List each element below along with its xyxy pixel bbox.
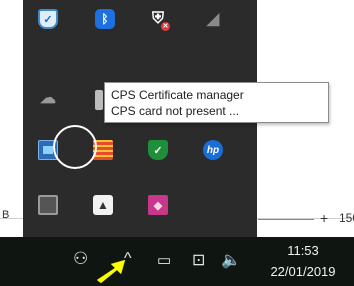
- alert-badge: ✕: [161, 22, 170, 31]
- windows-defender-icon[interactable]: ✓: [148, 140, 168, 160]
- network-status-icon[interactable]: ⊡: [192, 250, 205, 270]
- volume-icon[interactable]: 🔈: [221, 250, 241, 270]
- defender-shield-icon[interactable]: ✓: [38, 9, 58, 29]
- highlight-circle: [53, 125, 97, 169]
- app-icon[interactable]: [95, 90, 103, 110]
- network-icon[interactable]: ◢: [203, 9, 223, 29]
- magenta-app-icon[interactable]: ◆: [148, 195, 168, 215]
- hp-icon[interactable]: hp: [203, 140, 223, 160]
- tooltip-status: CPS card not present ...: [111, 104, 240, 118]
- bluetooth-icon[interactable]: ᛒ: [95, 9, 115, 29]
- google-drive-icon[interactable]: ▲: [93, 195, 113, 215]
- security-alert-icon[interactable]: ⛨ ✕: [148, 9, 170, 31]
- monitor-icon[interactable]: [38, 195, 58, 215]
- clock-time: 11:53: [287, 243, 319, 258]
- tooltip-title: CPS Certificate manager: [111, 88, 244, 102]
- zoom-in-button[interactable]: +: [320, 210, 328, 226]
- clock[interactable]: 11:53 22/01/2019: [256, 240, 350, 282]
- onedrive-cloud-icon[interactable]: ☁: [38, 88, 58, 108]
- zoom-control[interactable]: + 150: [258, 208, 354, 228]
- zoom-slider[interactable]: [258, 219, 314, 220]
- taskbar: ⚇ ^ ▭ ⊡ 🔈 11:53 22/01/2019: [0, 237, 354, 286]
- people-icon[interactable]: ⚇: [73, 249, 88, 269]
- tooltip: CPS Certificate manager CPS card not pre…: [104, 82, 329, 123]
- battery-icon[interactable]: ▭: [157, 251, 171, 269]
- annotation-arrow-icon: [96, 259, 126, 284]
- zoom-level: 150: [339, 211, 354, 225]
- clock-date: 22/01/2019: [270, 264, 336, 279]
- background-text-fragment: B: [2, 209, 10, 221]
